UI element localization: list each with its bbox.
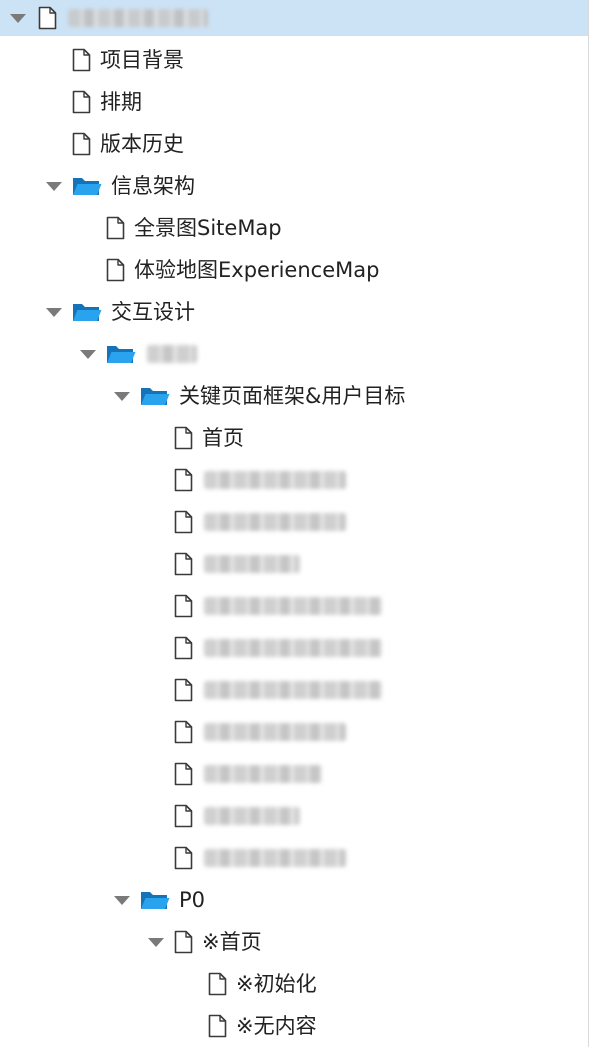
folder-open-icon <box>140 384 170 408</box>
tree-item[interactable]: 版本历史 <box>0 123 588 165</box>
file-icon <box>174 846 193 870</box>
tree-item-label-redacted <box>204 513 346 531</box>
tree-item[interactable]: 信息架构 <box>0 165 588 207</box>
tree-item[interactable]: 全景图SiteMap <box>0 207 588 249</box>
folder-open-icon <box>140 888 170 912</box>
tree-item-label-redacted <box>204 471 346 489</box>
tree-item[interactable] <box>0 795 588 837</box>
chevron-down-icon[interactable] <box>146 933 164 951</box>
file-icon <box>106 258 125 282</box>
tree-item[interactable]: P0 <box>0 879 588 921</box>
tree-item[interactable] <box>0 753 588 795</box>
tree-item[interactable] <box>0 543 588 585</box>
file-icon <box>72 132 91 156</box>
tree-item-label: ※无内容 <box>236 1013 317 1038</box>
tree-item[interactable]: 交互设计 <box>0 291 588 333</box>
file-icon <box>106 216 125 240</box>
tree-item-label: 排期 <box>100 89 142 114</box>
tree-item-label: 项目背景 <box>100 47 184 72</box>
tree-item[interactable]: 项目背景 <box>0 39 588 81</box>
file-icon <box>72 48 91 72</box>
tree-item-label-redacted <box>68 9 208 27</box>
file-icon <box>174 426 193 450</box>
tree-item-label-redacted <box>204 765 322 783</box>
tree-item[interactable]: ※首页 <box>0 921 588 963</box>
chevron-down-icon[interactable] <box>78 345 96 363</box>
tree-item-label-redacted <box>204 723 346 741</box>
tree-item[interactable] <box>0 333 588 375</box>
sitemap-tree: 项目背景排期版本历史信息架构全景图SiteMap 体验地图ExperienceMa… <box>0 0 589 1047</box>
tree-item-label: ※初始化 <box>236 971 317 996</box>
tree-item[interactable]: 体验地图ExperienceMap <box>0 249 588 291</box>
folder-open-icon <box>106 342 136 366</box>
file-icon <box>208 972 227 996</box>
file-icon <box>174 510 193 534</box>
file-icon <box>174 678 193 702</box>
tree-item-label-redacted <box>204 597 382 615</box>
tree-item-label: 首页 <box>202 425 244 450</box>
tree-item[interactable]: 关键页面框架&用户目标 <box>0 375 588 417</box>
tree-item-label-redacted <box>204 849 346 867</box>
tree-item[interactable] <box>0 837 588 879</box>
chevron-down-icon[interactable] <box>112 387 130 405</box>
file-icon <box>174 762 193 786</box>
file-icon <box>38 6 57 30</box>
tree-item-label: 体验地图ExperienceMap <box>134 257 380 282</box>
file-icon <box>174 552 193 576</box>
tree-item-label: 全景图SiteMap <box>134 215 282 240</box>
file-icon <box>174 636 193 660</box>
tree-item[interactable]: ※初始化 <box>0 963 588 1005</box>
file-icon <box>174 804 193 828</box>
tree-item-label-redacted <box>147 345 197 363</box>
folder-open-icon <box>72 300 102 324</box>
chevron-down-icon[interactable] <box>44 177 62 195</box>
tree-item[interactable] <box>0 585 588 627</box>
file-icon <box>174 720 193 744</box>
file-icon <box>174 594 193 618</box>
tree-item-label: 关键页面框架&用户目标 <box>179 383 406 408</box>
tree-item[interactable] <box>0 501 588 543</box>
folder-open-icon <box>72 174 102 198</box>
file-icon <box>208 1014 227 1038</box>
file-icon <box>174 930 193 954</box>
tree-item[interactable] <box>0 711 588 753</box>
tree-item-label-redacted <box>204 807 300 825</box>
tree-item[interactable] <box>0 0 588 36</box>
tree-item[interactable]: 排期 <box>0 81 588 123</box>
tree-item[interactable] <box>0 459 588 501</box>
chevron-down-icon[interactable] <box>44 303 62 321</box>
tree-item[interactable] <box>0 627 588 669</box>
file-icon <box>174 468 193 492</box>
tree-item-label: ※首页 <box>202 929 262 954</box>
tree-item-label: 交互设计 <box>111 299 195 324</box>
tree-item[interactable]: ※无内容 <box>0 1005 588 1047</box>
tree-item-label: P0 <box>179 887 206 912</box>
file-icon <box>72 90 91 114</box>
tree-item-label-redacted <box>204 681 382 699</box>
tree-item[interactable]: 首页 <box>0 417 588 459</box>
chevron-down-icon[interactable] <box>112 891 130 909</box>
tree-item[interactable] <box>0 669 588 711</box>
tree-item-label: 版本历史 <box>100 131 184 156</box>
tree-item-label-redacted <box>204 639 382 657</box>
chevron-down-icon[interactable] <box>8 9 26 27</box>
tree-item-label-redacted <box>204 555 300 573</box>
tree-item-label: 信息架构 <box>111 173 195 198</box>
